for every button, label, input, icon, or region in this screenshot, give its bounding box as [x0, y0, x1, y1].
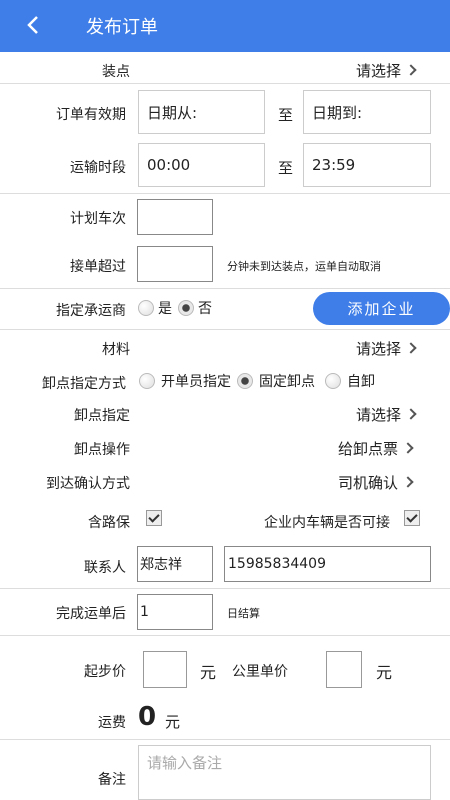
carrier-no-radio[interactable] [178, 300, 194, 316]
arrival-confirm-value: 司机确认 [338, 474, 399, 492]
freight-unit: 元 [165, 713, 181, 731]
back-icon[interactable] [18, 10, 48, 40]
remark-placeholder: 请输入备注 [147, 754, 223, 772]
arrival-confirm-label: 到达确认方式 [46, 476, 130, 492]
validity-label: 订单有效期 [56, 107, 126, 123]
unload-action-value: 给卸点票 [338, 440, 399, 458]
unload-mode-radio-1[interactable] [237, 373, 253, 389]
validity-to-text: 日期到: [312, 103, 363, 122]
transport-time-label: 运输时段 [70, 160, 126, 176]
accept-timeout-input[interactable] [137, 246, 213, 282]
unload-point-select[interactable]: 请选择 [356, 404, 417, 425]
unload-mode-label: 卸点指定方式 [42, 376, 126, 392]
divider [0, 588, 450, 589]
arrival-confirm-select[interactable]: 司机确认 [338, 472, 414, 493]
road-insurance-checkbox[interactable] [146, 510, 162, 526]
carrier-no-label: 否 [198, 301, 212, 317]
transport-from-text: 00:00 [147, 156, 191, 174]
start-price-input[interactable] [143, 651, 187, 688]
contact-label: 联系人 [84, 560, 126, 576]
add-company-button[interactable]: 添加企业 [313, 292, 450, 325]
divider [0, 83, 450, 84]
material-value: 请选择 [356, 340, 402, 358]
road-insurance-label: 含路保 [88, 515, 130, 531]
chevron-right-icon [402, 475, 414, 488]
chevron-right-icon [402, 441, 414, 454]
km-price-unit: 元 [376, 663, 393, 682]
validity-to-input[interactable]: 日期到: [303, 90, 431, 134]
transport-sep: 至 [278, 159, 294, 177]
material-label: 材料 [102, 342, 130, 358]
accept-timeout-note: 分钟未到达装点，运单自动取消 [227, 260, 381, 273]
unload-mode-option-1: 固定卸点 [259, 374, 315, 390]
carrier-yes-radio[interactable] [138, 300, 154, 316]
settlement-label: 完成运单后 [56, 606, 126, 622]
unload-mode-option-0: 开单员指定 [161, 374, 231, 390]
internal-vehicle-checkbox[interactable] [404, 510, 420, 526]
unload-mode-radio-group: 开单员指定 固定卸点 自卸 [139, 371, 375, 391]
freight-value: 0 [138, 702, 157, 732]
settlement-input[interactable]: 1 [137, 594, 213, 630]
unload-mode-option-2: 自卸 [347, 374, 375, 390]
divider [0, 329, 450, 330]
chevron-right-icon [405, 63, 417, 76]
unload-action-select[interactable]: 给卸点票 [338, 438, 414, 459]
accept-timeout-label: 接单超过 [70, 259, 126, 275]
carrier-yes-label: 是 [158, 301, 172, 317]
validity-from-text: 日期从: [147, 103, 198, 122]
settlement-text: 1 [140, 604, 149, 620]
material-select[interactable]: 请选择 [356, 338, 417, 359]
unload-action-label: 卸点操作 [74, 442, 130, 458]
settlement-unit: 日结算 [227, 607, 260, 620]
contact-name-input[interactable]: 郑志祥 [137, 546, 213, 582]
km-price-label: 公里单价 [232, 664, 288, 680]
divider [0, 739, 450, 740]
km-price-input[interactable] [326, 651, 362, 688]
unload-mode-radio-2[interactable] [325, 373, 341, 389]
plan-trips-input[interactable] [137, 199, 213, 235]
remark-label: 备注 [98, 772, 126, 788]
unload-mode-radio-0[interactable] [139, 373, 155, 389]
contact-phone-text: 15985834409 [228, 556, 326, 572]
divider [0, 635, 450, 636]
transport-from-input[interactable]: 00:00 [138, 143, 265, 187]
start-price-label: 起步价 [84, 664, 126, 680]
chevron-right-icon [405, 407, 417, 420]
transport-to-input[interactable]: 23:59 [303, 143, 431, 187]
unload-point-value: 请选择 [356, 406, 402, 424]
chevron-right-icon [405, 341, 417, 354]
divider [0, 193, 450, 194]
remark-textarea[interactable]: 请输入备注 [138, 745, 431, 800]
divider [0, 288, 450, 289]
validity-sep: 至 [278, 106, 294, 124]
carrier-radio-group: 是 否 [138, 298, 212, 318]
page-title: 发布订单 [86, 17, 158, 38]
transport-to-text: 23:59 [312, 156, 356, 174]
contact-phone-input[interactable]: 15985834409 [224, 546, 431, 582]
freight-label: 运费 [98, 715, 126, 731]
load-point-value: 请选择 [356, 62, 402, 80]
contact-name-text: 郑志祥 [140, 557, 182, 573]
internal-vehicle-label: 企业内车辆是否可接 [264, 515, 390, 531]
unload-point-label: 卸点指定 [74, 408, 130, 424]
app-header: 发布订单 [0, 0, 450, 52]
start-price-unit: 元 [200, 663, 217, 682]
load-point-select[interactable]: 请选择 [356, 60, 417, 81]
plan-trips-label: 计划车次 [70, 211, 126, 227]
validity-from-input[interactable]: 日期从: [138, 90, 265, 134]
load-point-label: 装点 [102, 64, 130, 80]
carrier-label: 指定承运商 [56, 303, 126, 319]
